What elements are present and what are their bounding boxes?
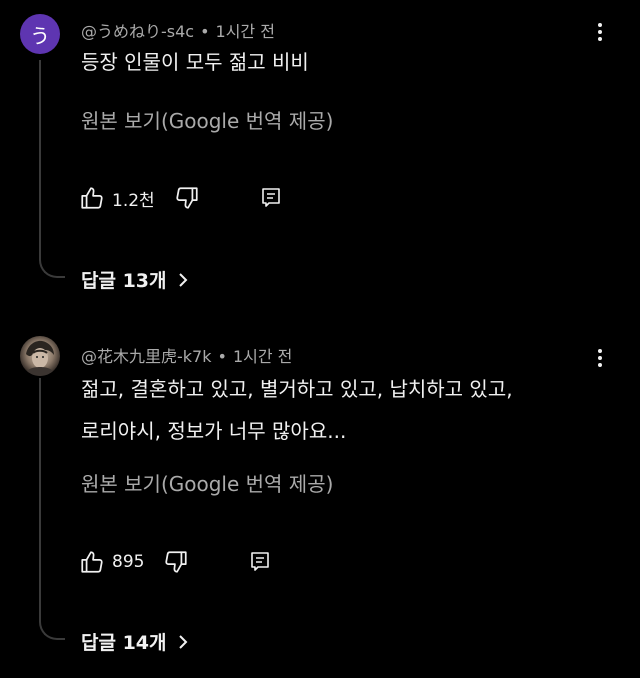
avatar[interactable] [20, 336, 60, 376]
avatar-illustration [24, 340, 56, 376]
comment-time: 1시간 전 [232, 347, 293, 366]
view-original-link[interactable]: 원본 보기(Google 번역 제공) [81, 468, 333, 497]
replies-label: 답글 14개 [81, 632, 167, 654]
comment-line: 젊고, 결혼하고 있고, 별거하고 있고, 납치하고 있고, [81, 377, 513, 401]
comment-text: 젊고, 결혼하고 있고, 별거하고 있고, 납치하고 있고, 로리야시, 정보가… [81, 370, 601, 450]
author-name[interactable]: @花木九里虎-k7k [81, 347, 212, 366]
comment-actions: 895 [78, 546, 274, 578]
more-vert-icon[interactable] [588, 346, 612, 370]
thread-curve [39, 620, 65, 640]
comment-line: 로리야시, 정보가 너무 많아요... [81, 419, 347, 443]
thread-line [39, 378, 41, 622]
like-count: 895 [112, 552, 145, 572]
thumb-up-icon[interactable] [78, 548, 106, 576]
chevron-right-icon [177, 634, 189, 650]
thumb-down-icon[interactable] [162, 548, 190, 576]
replies-button[interactable]: 답글 14개 [81, 628, 189, 655]
comment-2: @花木九里虎-k7k • 1시간 전 젊고, 결혼하고 있고, 별거하고 있고, 납… [0, 0, 640, 678]
reply-icon[interactable] [246, 548, 274, 576]
meta-separator: • [217, 347, 227, 366]
comment-meta: @花木九里虎-k7k • 1시간 전 [81, 343, 292, 367]
